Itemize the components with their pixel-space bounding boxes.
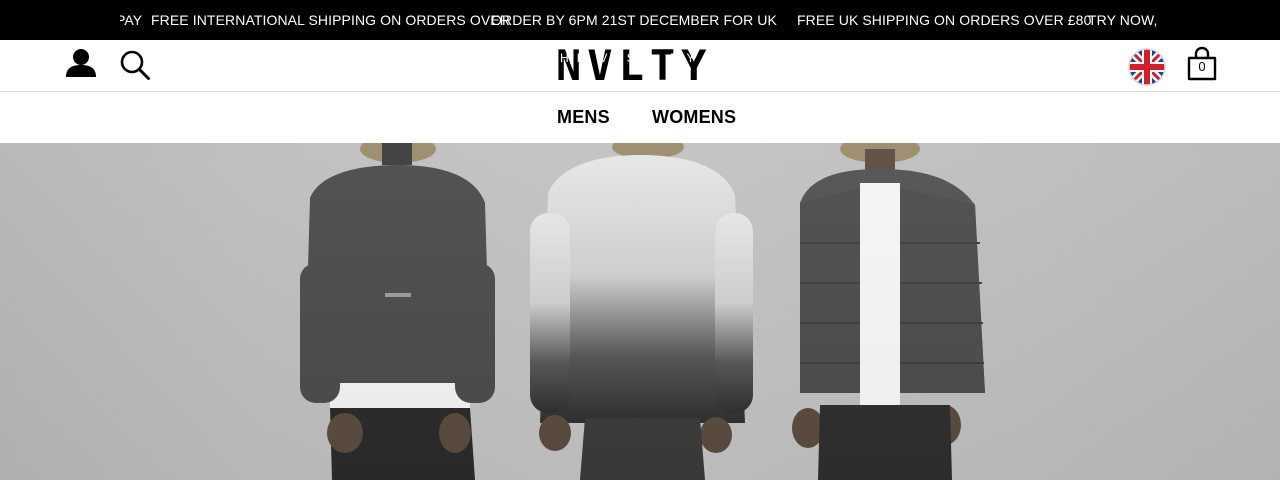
announcement-text: ORDER BY 6PM 21ST DECEMBER FOR UK	[491, 12, 777, 28]
hero-overlay	[0, 143, 1280, 480]
search-icon[interactable]	[119, 49, 151, 81]
cart-count: 0	[1198, 59, 1206, 74]
account-icon[interactable]	[64, 48, 98, 78]
nav-item-womens[interactable]: WOMENS	[652, 106, 736, 128]
announcement-text: FREE UK SHIPPING ON ORDERS OVER £80	[797, 12, 1092, 28]
logo-subtext: HI VISE RY	[560, 51, 703, 65]
announcement-text: TRY NOW, PA	[1088, 12, 1160, 28]
announcement-marquee: PAY FREE INTERNATIONAL SHIPPING ON ORDER…	[120, 0, 1160, 40]
nav-item-mens[interactable]: MENS	[557, 106, 610, 128]
announcement-bar: PAY FREE INTERNATIONAL SHIPPING ON ORDER…	[0, 0, 1280, 40]
main-nav: MENS WOMENS	[0, 92, 1280, 143]
hero-image[interactable]	[0, 143, 1280, 480]
uk-flag-icon[interactable]	[1127, 47, 1167, 87]
announcement-text: FREE INTERNATIONAL SHIPPING ON ORDERS OV…	[151, 12, 510, 28]
announcement-text: PAY	[120, 12, 143, 28]
